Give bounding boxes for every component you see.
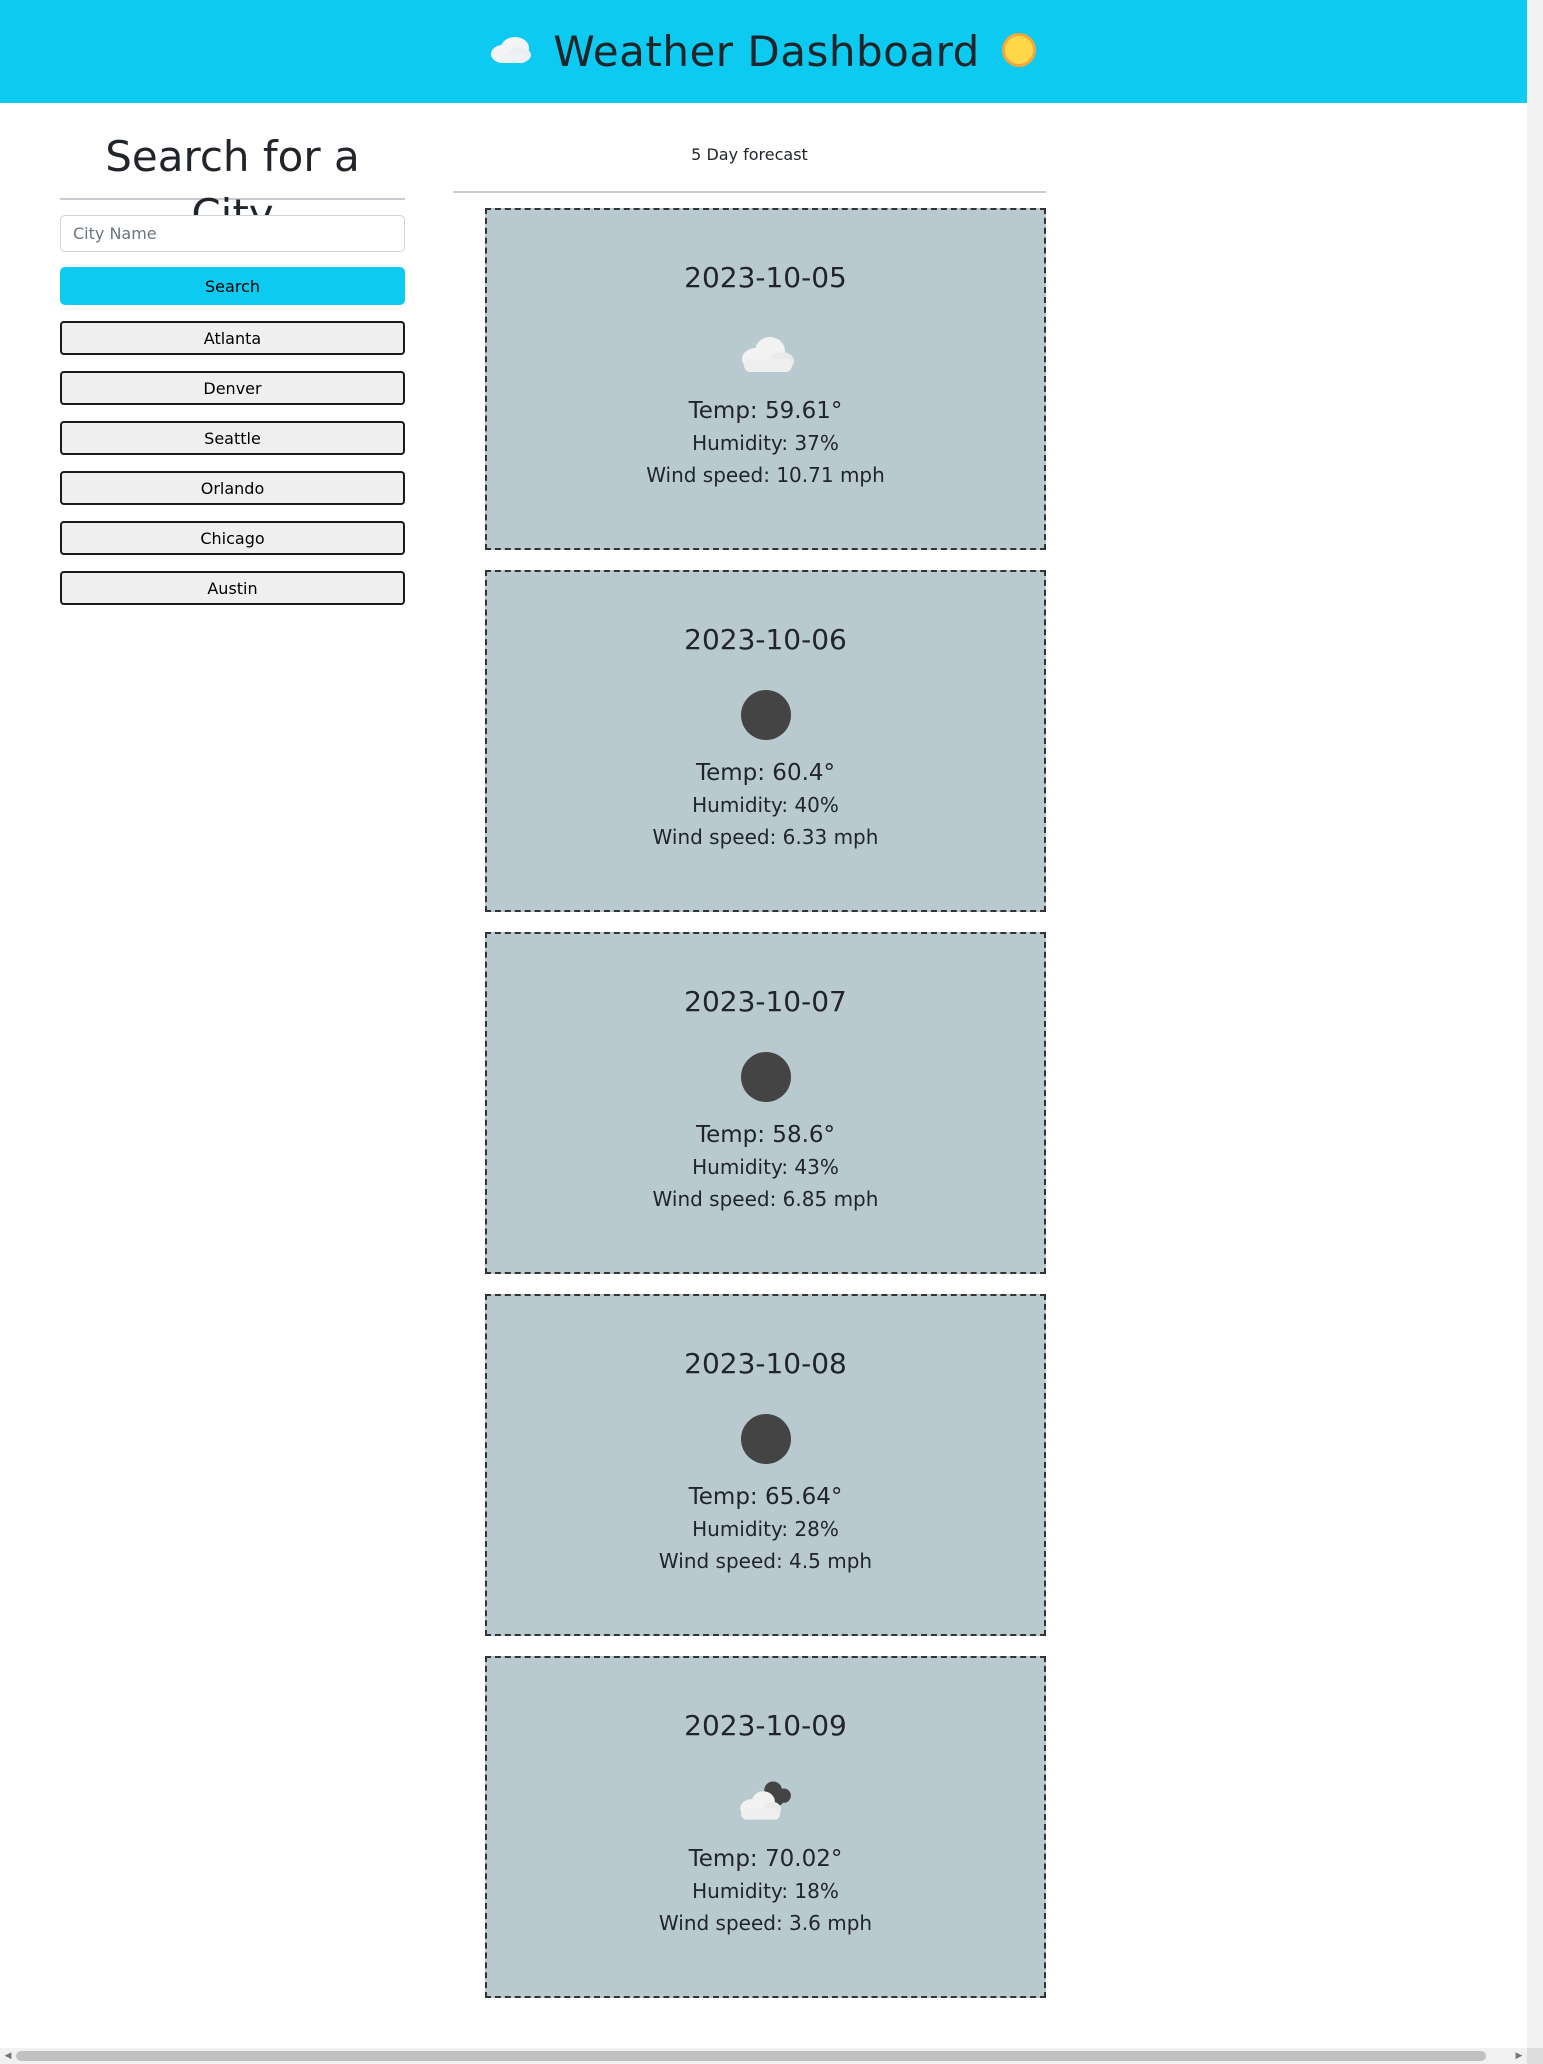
forecast-card: 2023-10-08 Temp: 65.64° Humidity: 28% Wi… <box>485 1294 1046 1636</box>
clear-night-icon <box>734 688 798 742</box>
forecast-card: 2023-10-09 Temp: 70.02° Humidity: 18% Wi… <box>485 1656 1046 1998</box>
forecast-humidity: Humidity: 18% <box>692 1879 839 1903</box>
history-city-button-chicago[interactable]: Chicago <box>60 521 405 555</box>
vertical-scrollbar[interactable] <box>1527 0 1543 2048</box>
forecast-date: 2023-10-05 <box>684 261 847 294</box>
forecast-card: 2023-10-06 Temp: 60.4° Humidity: 40% Win… <box>485 570 1046 912</box>
clear-night-icon <box>734 1050 798 1104</box>
forecast-temp: Temp: 58.6° <box>695 1122 836 1148</box>
forecast-list: 2023-10-05 Temp: 59.61° Humidity: 37% Wi… <box>485 208 1046 2018</box>
cloud-icon <box>489 35 533 69</box>
sun-icon <box>1000 31 1038 73</box>
forecast-temp: Temp: 70.02° <box>688 1846 843 1872</box>
forecast-wind: Wind speed: 3.6 mph <box>658 1911 873 1935</box>
history-city-button-denver[interactable]: Denver <box>60 371 405 405</box>
forecast-wind: Wind speed: 6.33 mph <box>652 825 879 849</box>
clear-night-icon <box>734 1412 798 1466</box>
forecast-date: 2023-10-07 <box>684 985 847 1018</box>
partly-cloudy-night-icon <box>734 1774 798 1828</box>
forecast-temp: Temp: 59.61° <box>688 398 843 424</box>
scroll-right-icon[interactable]: ▶ <box>1511 2048 1527 2064</box>
history-city-button-austin[interactable]: Austin <box>60 571 405 605</box>
history-city-button-orlando[interactable]: Orlando <box>60 471 405 505</box>
history-city-button-atlanta[interactable]: Atlanta <box>60 321 405 355</box>
forecast-wind: Wind speed: 4.5 mph <box>658 1549 873 1573</box>
history-city-button-seattle[interactable]: Seattle <box>60 421 405 455</box>
forecast-humidity: Humidity: 43% <box>692 1155 839 1179</box>
forecast-wind: Wind speed: 6.85 mph <box>652 1187 879 1211</box>
horizontal-scrollbar[interactable]: ◀ ▶ <box>0 2048 1527 2064</box>
forecast-temp: Temp: 65.64° <box>688 1484 843 1510</box>
forecast-heading: 5 Day forecast <box>691 145 808 164</box>
cloud-icon <box>734 326 798 380</box>
city-search-input[interactable] <box>60 215 405 252</box>
forecast-card: 2023-10-05 Temp: 59.61° Humidity: 37% Wi… <box>485 208 1046 550</box>
forecast-temp: Temp: 60.4° <box>695 760 836 786</box>
page-title: Weather Dashboard <box>553 27 980 76</box>
search-panel: Search for a City Search Atlanta Denver … <box>60 103 405 605</box>
forecast-date: 2023-10-09 <box>684 1709 847 1742</box>
forecast-humidity: Humidity: 37% <box>692 431 839 455</box>
search-button[interactable]: Search <box>60 267 405 305</box>
scroll-left-icon[interactable]: ◀ <box>0 2048 16 2064</box>
forecast-date: 2023-10-08 <box>684 1347 847 1380</box>
forecast-humidity: Humidity: 28% <box>692 1517 839 1541</box>
search-panel-title: Search for a City <box>105 132 360 239</box>
forecast-card: 2023-10-07 Temp: 58.6° Humidity: 43% Win… <box>485 932 1046 1274</box>
forecast-date: 2023-10-06 <box>684 623 847 656</box>
divider <box>453 191 1046 193</box>
scrollbar-corner <box>1527 2048 1543 2064</box>
app-header: Weather Dashboard <box>0 0 1527 103</box>
forecast-humidity: Humidity: 40% <box>692 793 839 817</box>
forecast-wind: Wind speed: 10.71 mph <box>646 463 885 487</box>
horizontal-scroll-thumb[interactable] <box>16 2051 1486 2061</box>
